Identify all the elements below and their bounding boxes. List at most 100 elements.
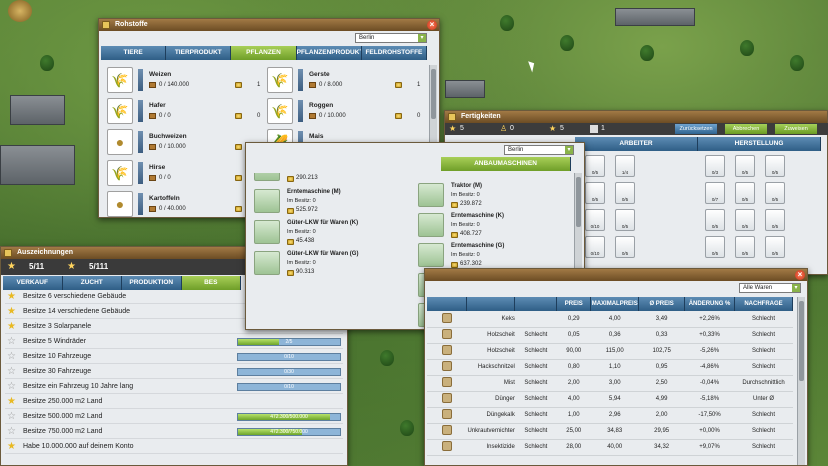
skill-cell[interactable]: 0/5 (705, 209, 725, 231)
table-row[interactable]: Holzscheit Schlecht 90,00 115,00 102,75 -5,26… (427, 343, 793, 360)
tab-feldrohstoffe[interactable]: FELDROHSTOFFE (361, 46, 428, 60)
markt-scrollbar[interactable] (797, 297, 805, 465)
potato-icon: ● (107, 191, 133, 217)
skill-cell[interactable]: 0/5 (615, 236, 635, 258)
resource-item[interactable]: 🌾 Weizen 0 / 140.000 1 (107, 65, 267, 95)
close-icon[interactable]: × (795, 270, 805, 280)
table-row[interactable]: Unkrautvernichter Schlecht 25,00 34,83 29,95… (427, 423, 793, 440)
resource-item[interactable]: ●Buchweizen0 / 10.0000 (107, 127, 267, 157)
reset-button[interactable]: Zurücksetzen (675, 124, 717, 134)
location-select[interactable]: Berlin ▾ (355, 33, 427, 43)
greenhouse[interactable] (445, 80, 485, 98)
column-header[interactable]: PREIS (556, 297, 592, 311)
column-header[interactable] (427, 297, 468, 311)
machine-item[interactable]: Erntemaschine (M) Im Besitz: 0 525.972 (254, 187, 402, 218)
assign-button[interactable]: Zuweisen (775, 124, 817, 134)
tab-anbaumaschinen[interactable]: ANBAUMASCHINEN (441, 157, 571, 171)
skill-cell[interactable]: 0/5 (735, 236, 755, 258)
resource-item[interactable]: 🌾 Gerste 0 / 8.000 1 (267, 65, 427, 95)
award-row[interactable]: ☆ Besitze 10 Fahrzeuge 0/10 (5, 351, 343, 364)
scrollbar-thumb[interactable] (799, 301, 804, 381)
tab-pflanzenprodukte[interactable]: PFLANZENPRODUKTE (296, 46, 362, 60)
skill-cell[interactable]: 0/10 (585, 209, 605, 231)
award-row[interactable]: ☆ Besitze 30 Fahrzeuge 0/30 (5, 366, 343, 379)
table-row[interactable]: Dünger Schlecht 4,00 5,94 4,99 -5,18% Unter Ø (427, 391, 793, 408)
table-row[interactable]: Keks 0,29 4,00 3,49 +2,26% Schlecht (427, 311, 793, 328)
resource-item[interactable]: 🌾 Hafer 0 / 0 0 (107, 96, 267, 126)
chevron-down-icon[interactable]: ▾ (565, 146, 573, 154)
skill-cell[interactable]: 0/7 (705, 182, 725, 204)
skill-cell[interactable]: 0/5 (765, 182, 785, 204)
cell-quality: Schlecht (514, 439, 557, 456)
scrollbar-thumb[interactable] (431, 69, 436, 119)
machine-item[interactable]: Güter-LKW für Waren (G) Im Besitz: 0 90.31… (254, 249, 402, 280)
table-row[interactable]: Hackschnitzel Schlecht 0,80 1,10 0,95 -4,86% S… (427, 359, 793, 376)
tab-tiere[interactable]: TIERE (101, 46, 167, 60)
tab-zucht[interactable]: ZUCHT (62, 276, 122, 290)
skill-cell[interactable]: 0/5 (585, 182, 605, 204)
column-header[interactable]: Ø PREIS (638, 297, 686, 311)
table-row[interactable]: Düngekalk Schlecht 1,00 2,96 2,00 -17,50% Schl… (427, 407, 793, 424)
resource-item[interactable]: ● Kartoffeln 0 / 40.000 (107, 189, 267, 217)
fertigkeiten-titlebar[interactable]: Fertigkeiten (445, 111, 827, 123)
tree (790, 55, 804, 71)
award-row[interactable]: ★ Besitze 250.000 m2 Land (5, 396, 343, 409)
machine-item[interactable]: Traktor (M) Im Besitz: 0 239.872 (418, 181, 566, 212)
tab-herstellung[interactable]: HERSTELLUNG (698, 137, 821, 151)
column-header[interactable]: MAXIMALPREIS (590, 297, 640, 311)
scrollbar-thumb[interactable] (576, 177, 581, 227)
column-header[interactable]: NACHFRAGE (734, 297, 793, 311)
goods-filter-select[interactable]: Alle Waren ▾ (739, 283, 801, 293)
tab-pflanzen[interactable]: PFLANZEN (231, 46, 297, 60)
tab-produktion[interactable]: PRODUKTION (122, 276, 182, 290)
award-row[interactable]: ☆ Besitze ein Fahrzeug 10 Jahre lang 0/10 (5, 381, 343, 394)
star-icon: ★ (549, 124, 557, 133)
skill-cell[interactable]: 0/5 (615, 182, 635, 204)
progress-label: 0/30 (284, 369, 294, 375)
machine-item[interactable]: Erntemaschine (K) Im Besitz: 0 408.727 (418, 211, 566, 242)
skill-cell[interactable]: 0/5 (765, 236, 785, 258)
resource-item[interactable]: 🌾Hirse0 / 07 (107, 158, 267, 188)
chevron-down-icon[interactable]: ▾ (418, 34, 426, 42)
farm-shed[interactable] (0, 145, 75, 185)
skill-cell[interactable]: 0/5 (705, 236, 725, 258)
machine-item[interactable]: Güter-LKW für Waren (K) Im Besitz: 0 45.43… (254, 218, 402, 249)
table-row[interactable]: Mist Schlecht 2,00 3,00 2,50 -0,04% Durchschni… (427, 375, 793, 392)
farm-barn[interactable] (10, 95, 65, 125)
column-header[interactable]: ÄNDERUNG % (684, 297, 736, 311)
skill-cell[interactable]: 0/10 (585, 236, 605, 258)
award-row[interactable]: ☆ Besitze 5 Windräder 2/5 (5, 336, 343, 349)
table-row[interactable]: Holzscheit Schlecht 0,05 0,36 0,33 +0,33% Schl… (427, 327, 793, 344)
skill-cell[interactable]: 0/5 (585, 155, 605, 177)
cell-change: -0,04% (684, 375, 735, 392)
skill-cell[interactable]: 1/4 (615, 155, 635, 177)
resource-item[interactable]: 🌾 Roggen 0 / 10.000 0 (267, 96, 427, 126)
award-row[interactable]: ☆ Besitze 500.000 m2 Land 472.300/500.000 (5, 411, 343, 424)
cell-quality: Schlecht (514, 327, 557, 344)
machine-item[interactable]: 290.213Im Besitz: 0 (254, 173, 402, 186)
location-select[interactable]: Berlin ▾ (504, 145, 574, 155)
cancel-button[interactable]: Abbrechen (725, 124, 767, 134)
skill-cell[interactable]: 0/5 (735, 182, 755, 204)
skill-cell[interactable]: 0/5 (615, 209, 635, 231)
award-row[interactable]: ★ Habe 10.000.000 auf deinem Konto (5, 441, 343, 454)
stable[interactable] (615, 8, 695, 26)
column-header[interactable] (466, 297, 516, 311)
award-row[interactable]: ☆ Besitze 750.000 m2 Land 472.300/750.000 (5, 426, 343, 439)
chevron-down-icon[interactable]: ▾ (792, 284, 800, 292)
skill-cell[interactable]: 0/5 (735, 155, 755, 177)
table-row[interactable]: Insektizide Schlecht 28,00 40,00 34,32 +9,07%… (427, 439, 793, 456)
skill-cell[interactable]: 0/3 (705, 155, 725, 177)
tab-arbeiter[interactable]: ARBEITER (575, 137, 698, 151)
tab-tierprodukt[interactable]: TIERPRODUKT (166, 46, 232, 60)
skill-cell[interactable]: 0/5 (765, 209, 785, 231)
skill-cell[interactable]: 0/5 (765, 155, 785, 177)
tab-verkauf[interactable]: VERKAUF (3, 276, 63, 290)
skill-cell[interactable]: 0/5 (735, 209, 755, 231)
close-icon[interactable]: × (427, 20, 437, 30)
rohstoffe-titlebar[interactable]: Rohstoffe × (99, 19, 439, 31)
tab-bes[interactable]: BES (181, 276, 241, 290)
column-header[interactable] (514, 297, 558, 311)
markt-titlebar[interactable]: × (425, 269, 807, 281)
logo-emblem-icon[interactable] (8, 0, 32, 22)
